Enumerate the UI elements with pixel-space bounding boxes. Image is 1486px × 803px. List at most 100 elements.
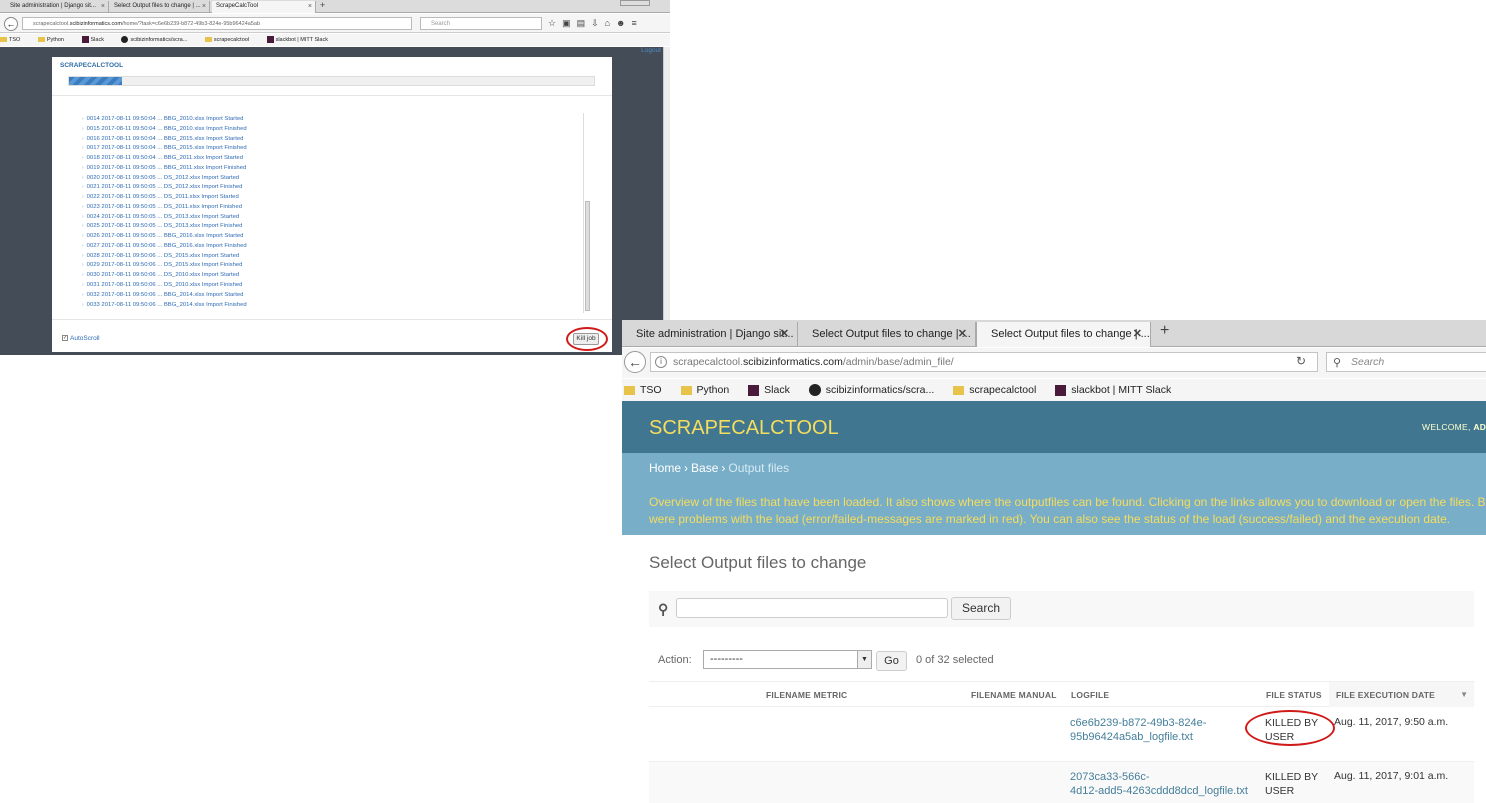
search-button[interactable]: Search	[951, 597, 1011, 620]
new-tab-icon[interactable]: +	[320, 0, 325, 10]
page-scrollbar[interactable]	[663, 47, 670, 355]
search-input[interactable]: Search	[420, 17, 542, 30]
new-tab-icon[interactable]: +	[1160, 322, 1169, 340]
breadcrumb-base[interactable]: Base	[691, 461, 718, 475]
bullet-icon: ›	[82, 291, 84, 298]
log-line: › 0027 2017-08-11 09:50:06 ... BBG_2016.x…	[82, 242, 582, 252]
log-list: › 0014 2017-08-11 09:50:04 ... BBG_2010.x…	[82, 115, 582, 310]
action-select[interactable]: --------- ▼	[703, 650, 872, 669]
search-input[interactable]	[676, 598, 948, 618]
bookmark-label: scibizinformatics/scra...	[130, 37, 188, 43]
bookmark-slack[interactable]: Slack	[748, 384, 798, 396]
autoscroll-checkbox[interactable]: ✓ AutoScroll	[62, 335, 100, 342]
breadcrumb-home[interactable]: Home	[649, 461, 681, 475]
bookmark-scrapecalctool[interactable]: scrapecalctool	[953, 384, 1044, 396]
bookmark-label: scrapecalctool	[969, 384, 1037, 396]
info-icon[interactable]: i	[655, 356, 667, 368]
tab-label: Site administration | Django sit...	[10, 3, 96, 9]
bookmark-tso[interactable]: TSO	[624, 384, 670, 396]
divider	[52, 319, 612, 320]
tab-bar: Site administration | Django sit... × Sel…	[0, 0, 670, 13]
column-filename-manual[interactable]: FILENAME MANUAL	[971, 690, 1057, 700]
logfile-link[interactable]: c6e6b239-b872-49b3-824e- 95b96424a5ab_log…	[1070, 716, 1255, 744]
bookmark-slack[interactable]: Slack	[81, 36, 112, 44]
checkbox-check-icon[interactable]: ✓	[62, 335, 68, 342]
toolbar-icons[interactable]: ☆▣▤⇩⌂☻≡	[548, 18, 643, 29]
close-icon[interactable]: ✕	[958, 322, 967, 346]
tab-label: Site administration | Django sit...	[636, 328, 794, 340]
url-bar[interactable]: scrapecalctool.scibizinformatics.com/hom…	[22, 17, 412, 30]
log-line: › 0016 2017-08-11 09:50:04 ... BBG_2015.x…	[82, 135, 582, 145]
search-icon: ⚲	[1333, 357, 1342, 369]
bookmark-label: TSO	[640, 384, 662, 396]
log-line: › 0024 2017-08-11 09:50:05 ... DS_2013.xl…	[82, 213, 582, 223]
chevron-down-icon[interactable]: ▼	[857, 651, 871, 668]
bookmark-github[interactable]: scibizinformatics/scra...	[121, 36, 195, 44]
close-icon[interactable]: ✕	[780, 322, 789, 346]
url-host: scibizinformatics.com	[69, 21, 122, 27]
logout-link[interactable]: Logout	[641, 47, 661, 54]
close-icon[interactable]: ✕	[1133, 322, 1142, 346]
actions-bar: Action: --------- ▼ Go 0 of 32 selected	[649, 647, 1474, 673]
back-arrow-icon[interactable]: ←	[624, 351, 646, 373]
bookmark-label: Slack	[90, 37, 104, 43]
bookmark-python[interactable]: Python	[37, 37, 72, 43]
back-arrow-icon[interactable]: ←	[4, 17, 18, 31]
log-line: › 0026 2017-08-11 09:50:05 ... BBG_2016.x…	[82, 232, 582, 242]
bookmarks-bar: TSO Python Slack scibizinformatics/scra.…	[622, 379, 1486, 401]
logfile-line: c6e6b239-b872-49b3-824e-	[1070, 717, 1207, 729]
window-controls[interactable]	[620, 0, 650, 6]
close-icon[interactable]: ×	[202, 1, 206, 12]
logfile-line: 2073ca33-566c-	[1070, 771, 1150, 783]
search-input[interactable]: ⚲ Search	[1326, 352, 1486, 372]
column-logfile[interactable]: LOGFILE	[1071, 690, 1109, 700]
action-selected: ---------	[710, 653, 743, 665]
logfile-link[interactable]: 2073ca33-566c- 4d12-add5-4263cddd8dcd_log…	[1070, 770, 1255, 798]
log-text: 0017 2017-08-11 09:50:04 ... BBG_2015.xl…	[86, 145, 247, 152]
tab-site-administration[interactable]: Site administration | Django sit... ×	[6, 1, 109, 13]
tab-bar: Site administration | Django sit... ✕ Sel…	[622, 320, 1486, 347]
site-brand[interactable]: SCRAPECALCTOOL	[649, 417, 839, 440]
overview-line: were problems with the load (error/faile…	[649, 512, 1451, 526]
bullet-icon: ›	[82, 213, 84, 220]
reload-icon[interactable]: ↻	[1296, 354, 1306, 368]
bookmark-slackbot[interactable]: slackbot | MITT Slack	[1055, 384, 1179, 396]
bullet-icon: ›	[82, 116, 84, 122]
execution-date: Aug. 11, 2017, 9:01 a.m.	[1334, 770, 1449, 782]
bookmark-label: slackbot | MITT Slack	[1071, 384, 1172, 396]
tab-output-files[interactable]: Select Output files to change | ... ✕	[798, 322, 976, 347]
sort-caret-icon[interactable]: ▼	[1460, 690, 1468, 699]
tab-site-administration[interactable]: Site administration | Django sit... ✕	[622, 322, 798, 347]
bookmark-label: scibizinformatics/scra...	[825, 384, 935, 396]
overview-line: Overview of the files that have been loa…	[649, 495, 1486, 509]
log-text: 0015 2017-08-11 09:50:04 ... BBG_2010.xl…	[86, 125, 247, 132]
go-button[interactable]: Go	[876, 651, 907, 671]
close-icon[interactable]: ×	[101, 1, 105, 12]
tab-scrapecalctool[interactable]: ScrapeCalcTool ×	[212, 1, 316, 13]
bookmark-slackbot[interactable]: slackbot | MITT Slack	[266, 36, 336, 44]
close-icon[interactable]: ×	[308, 1, 312, 12]
log-line: › 0032 2017-08-11 09:50:06 ... BBG_2014.x…	[82, 291, 582, 301]
log-scrollbar[interactable]	[583, 113, 591, 313]
url-path: /admin/base/admin_file/	[842, 356, 954, 368]
tab-output-files[interactable]: Select Output files to change | ... ×	[110, 1, 210, 13]
execution-date: Aug. 11, 2017, 9:50 a.m.	[1334, 716, 1449, 728]
scrollbar-thumb[interactable]	[585, 201, 590, 311]
column-file-status[interactable]: FILE STATUS	[1266, 690, 1322, 700]
log-line: › 0019 2017-08-11 09:50:05 ... BBG_2011.x…	[82, 164, 582, 174]
column-filename-metric[interactable]: FILENAME METRIC	[766, 690, 847, 700]
tab-output-files-active[interactable]: Select Output files to change | ... ✕	[976, 322, 1151, 347]
folder-icon	[0, 37, 7, 43]
column-file-execution-date[interactable]: FILE EXECUTION DATE	[1336, 690, 1435, 700]
log-text: 0018 2017-08-11 09:50:04 ... BBG_2011.xl…	[86, 155, 243, 162]
bookmark-python[interactable]: Python	[680, 384, 738, 396]
log-line: › 0023 2017-08-11 09:50:05 ... DS_2011.xl…	[82, 203, 582, 213]
bookmark-tso[interactable]: TSO	[0, 37, 28, 43]
tab-label: Select Output files to change | ...	[812, 328, 971, 340]
url-bar[interactable]: i scrapecalctool.scibizinformatics.com/ad…	[650, 352, 1318, 372]
bookmark-scrapecalctool[interactable]: scrapecalctool	[204, 37, 257, 43]
log-text: 0029 2017-08-11 09:50:06 ... DS_2015.xls…	[86, 262, 243, 269]
bookmark-github[interactable]: scibizinformatics/scra...	[808, 384, 943, 397]
bullet-icon: ›	[82, 223, 84, 230]
log-text: 0033 2017-08-11 09:50:06 ... BBG_2014.xl…	[86, 301, 247, 308]
